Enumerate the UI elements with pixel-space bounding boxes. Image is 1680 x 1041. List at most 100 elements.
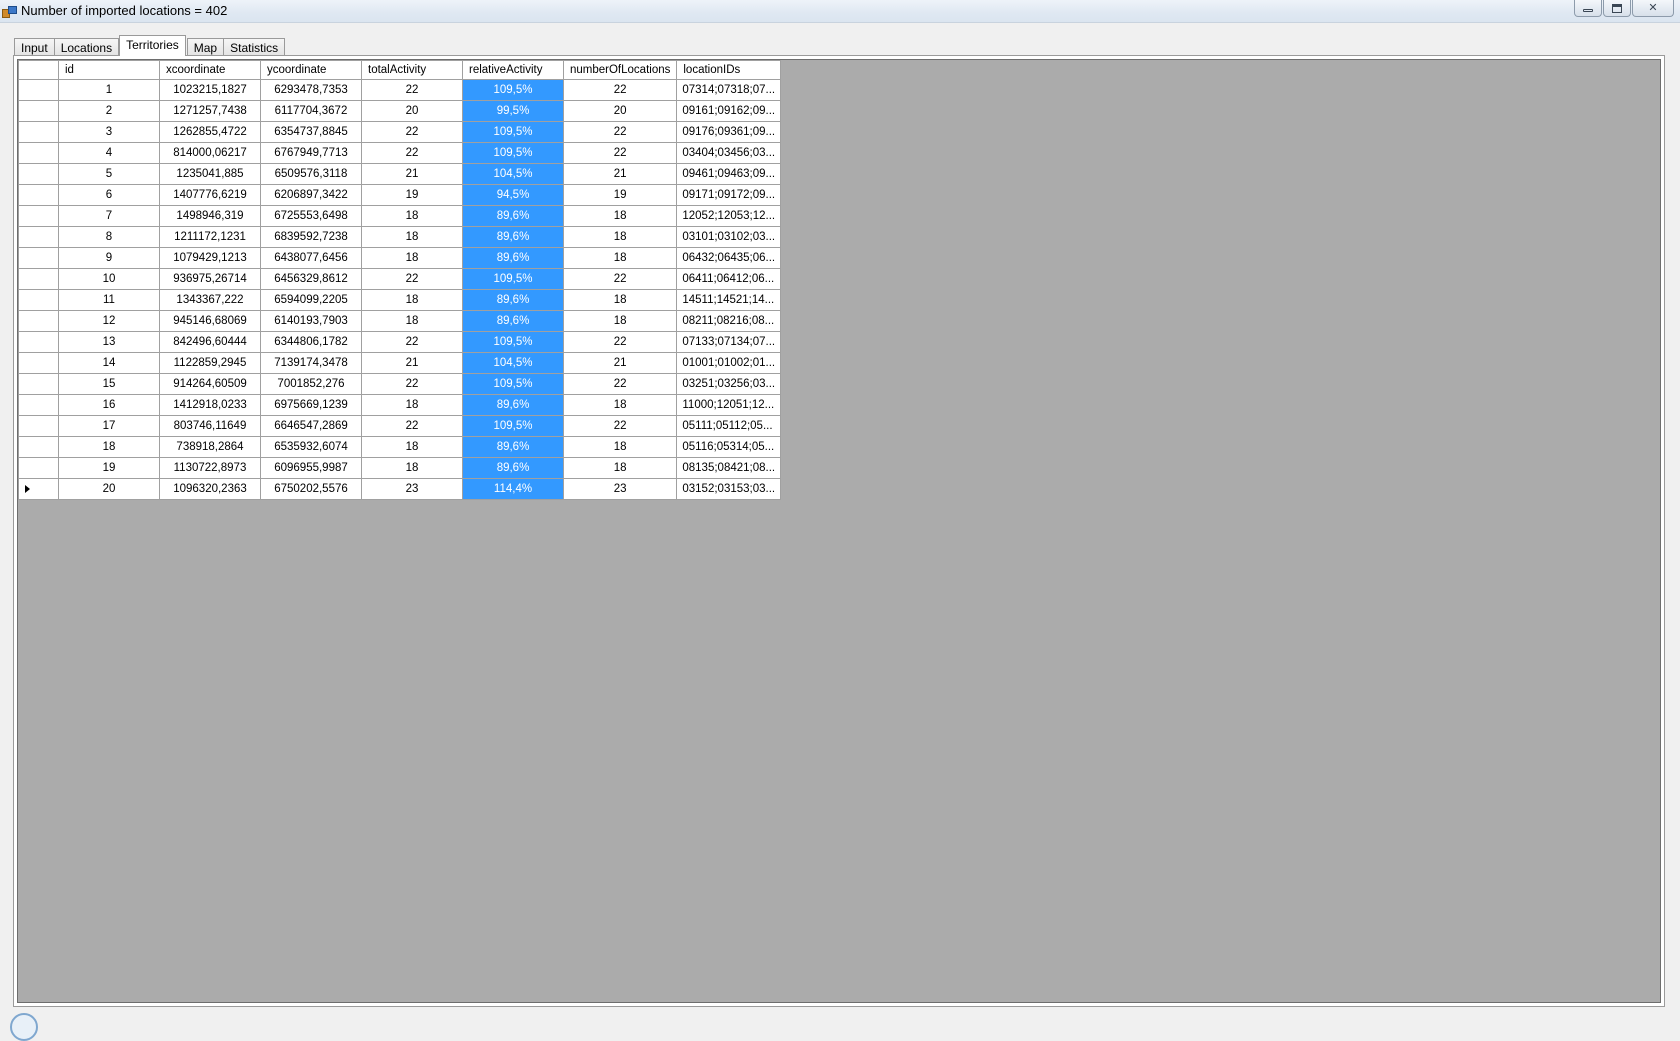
row-header[interactable] (18, 268, 59, 290)
cell-xcoordinate[interactable]: 738918,2864 (159, 436, 261, 458)
cell-id[interactable]: 18 (58, 436, 160, 458)
cell-locationids[interactable]: 09176;09361;09... (676, 121, 782, 143)
cell-locationids[interactable]: 09461;09463;09... (676, 163, 782, 185)
cell-id[interactable]: 17 (58, 415, 160, 437)
table-row[interactable]: 15 914264,60509 7001852,276 22 109,5% 22 03251… (18, 373, 782, 395)
cell-totalactivity[interactable]: 22 (361, 121, 463, 143)
cell-numberoflocations[interactable]: 18 (562, 289, 678, 311)
cell-id[interactable]: 3 (58, 121, 160, 143)
cell-xcoordinate[interactable]: 1130722,8973 (159, 457, 261, 479)
cell-xcoordinate[interactable]: 1262855,4722 (159, 121, 261, 143)
cell-relativeactivity[interactable]: 89,6% (462, 247, 564, 269)
cell-totalactivity[interactable]: 18 (361, 247, 463, 269)
cell-id[interactable]: 15 (58, 373, 160, 395)
cell-numberoflocations[interactable]: 22 (562, 373, 678, 395)
cell-relativeactivity[interactable]: 109,5% (462, 79, 564, 101)
row-header[interactable] (18, 436, 59, 458)
cell-relativeactivity[interactable]: 109,5% (462, 373, 564, 395)
cell-ycoordinate[interactable]: 6975669,1239 (260, 394, 362, 416)
cell-ycoordinate[interactable]: 6646547,2869 (260, 415, 362, 437)
cell-ycoordinate[interactable]: 6839592,7238 (260, 226, 362, 248)
cell-ycoordinate[interactable]: 6354737,8845 (260, 121, 362, 143)
row-header[interactable] (18, 100, 59, 122)
cell-relativeactivity[interactable]: 99,5% (462, 100, 564, 122)
cell-id[interactable]: 14 (58, 352, 160, 374)
cell-ycoordinate[interactable]: 6293478,7353 (260, 79, 362, 101)
tab-territories[interactable]: Territories (119, 35, 186, 56)
cell-totalactivity[interactable]: 23 (361, 478, 463, 500)
cell-relativeactivity[interactable]: 89,6% (462, 310, 564, 332)
cell-ycoordinate[interactable]: 6509576,3118 (260, 163, 362, 185)
cell-ycoordinate[interactable]: 6344806,1782 (260, 331, 362, 353)
table-row[interactable]: 7 1498946,319 6725553,6498 18 89,6% 18 12052;1… (18, 205, 782, 227)
cell-totalactivity[interactable]: 22 (361, 331, 463, 353)
row-header[interactable] (18, 373, 59, 395)
cell-ycoordinate[interactable]: 6140193,7903 (260, 310, 362, 332)
cell-id[interactable]: 13 (58, 331, 160, 353)
cell-id[interactable]: 12 (58, 310, 160, 332)
cell-relativeactivity[interactable]: 89,6% (462, 205, 564, 227)
cell-xcoordinate[interactable]: 1122859,2945 (159, 352, 261, 374)
cell-totalactivity[interactable]: 18 (361, 310, 463, 332)
cell-xcoordinate[interactable]: 1211172,1231 (159, 226, 261, 248)
close-button[interactable]: ✕ (1632, 0, 1674, 17)
cell-numberoflocations[interactable]: 20 (562, 100, 678, 122)
cell-ycoordinate[interactable]: 6096955,9987 (260, 457, 362, 479)
row-header[interactable] (18, 289, 59, 311)
cell-xcoordinate[interactable]: 1498946,319 (159, 205, 261, 227)
cell-totalactivity[interactable]: 18 (361, 226, 463, 248)
table-row[interactable]: 3 1262855,4722 6354737,8845 22 109,5% 22 09176… (18, 121, 782, 143)
cell-id[interactable]: 11 (58, 289, 160, 311)
tab-input[interactable]: Input (14, 38, 55, 56)
table-row[interactable]: 5 1235041,885 6509576,3118 21 104,5% 21 09461;… (18, 163, 782, 185)
cell-numberoflocations[interactable]: 18 (562, 310, 678, 332)
cell-totalactivity[interactable]: 20 (361, 100, 463, 122)
cell-numberoflocations[interactable]: 23 (562, 478, 678, 500)
cell-numberoflocations[interactable]: 21 (562, 352, 678, 374)
tab-statistics[interactable]: Statistics (223, 38, 286, 56)
cell-relativeactivity[interactable]: 89,6% (462, 226, 564, 248)
cell-locationids[interactable]: 01001;01002;01... (676, 352, 782, 374)
table-row[interactable]: 2 1271257,7438 6117704,3672 20 99,5% 20 09161;… (18, 100, 782, 122)
cell-id[interactable]: 2 (58, 100, 160, 122)
cell-locationids[interactable]: 08211;08216;08... (676, 310, 782, 332)
table-row[interactable]: 17 803746,11649 6646547,2869 22 109,5% 22 0511… (18, 415, 782, 437)
tab-locations[interactable]: Locations (53, 38, 120, 56)
cell-numberoflocations[interactable]: 22 (562, 121, 678, 143)
cell-xcoordinate[interactable]: 1412918,0233 (159, 394, 261, 416)
cell-relativeactivity[interactable]: 104,5% (462, 352, 564, 374)
cell-locationids[interactable]: 07133;07134;07... (676, 331, 782, 353)
cell-xcoordinate[interactable]: 936975,26714 (159, 268, 261, 290)
column-header-relativeactivity[interactable]: relativeActivity (462, 60, 564, 80)
cell-xcoordinate[interactable]: 1343367,222 (159, 289, 261, 311)
cell-locationids[interactable]: 14511;14521;14... (676, 289, 782, 311)
cell-relativeactivity[interactable]: 89,6% (462, 436, 564, 458)
row-header[interactable] (18, 121, 59, 143)
table-row[interactable]: 18 738918,2864 6535932,6074 18 89,6% 18 05116;… (18, 436, 782, 458)
column-header-numberoflocations[interactable]: numberOfLocations (562, 60, 678, 80)
cell-id[interactable]: 19 (58, 457, 160, 479)
cell-numberoflocations[interactable]: 18 (562, 457, 678, 479)
cell-totalactivity[interactable]: 18 (361, 394, 463, 416)
row-header[interactable] (18, 79, 59, 101)
cell-totalactivity[interactable]: 18 (361, 289, 463, 311)
cell-locationids[interactable]: 09161;09162;09... (676, 100, 782, 122)
maximize-button[interactable] (1603, 0, 1631, 17)
cell-relativeactivity[interactable]: 89,6% (462, 289, 564, 311)
cell-totalactivity[interactable]: 21 (361, 352, 463, 374)
table-row[interactable]: 16 1412918,0233 6975669,1239 18 89,6% 18 11000… (18, 394, 782, 416)
row-header[interactable] (18, 331, 59, 353)
cell-totalactivity[interactable]: 21 (361, 163, 463, 185)
minimize-button[interactable] (1574, 0, 1602, 17)
cell-locationids[interactable]: 06411;06412;06... (676, 268, 782, 290)
grid-corner-cell[interactable] (18, 60, 59, 80)
cell-id[interactable]: 6 (58, 184, 160, 206)
cell-id[interactable]: 20 (58, 478, 160, 500)
cell-numberoflocations[interactable]: 18 (562, 226, 678, 248)
column-header-xcoordinate[interactable]: xcoordinate (159, 60, 261, 80)
cell-locationids[interactable]: 03404;03456;03... (676, 142, 782, 164)
cell-relativeactivity[interactable]: 109,5% (462, 121, 564, 143)
cell-xcoordinate[interactable]: 842496,60444 (159, 331, 261, 353)
cell-numberoflocations[interactable]: 21 (562, 163, 678, 185)
row-header[interactable] (18, 205, 59, 227)
